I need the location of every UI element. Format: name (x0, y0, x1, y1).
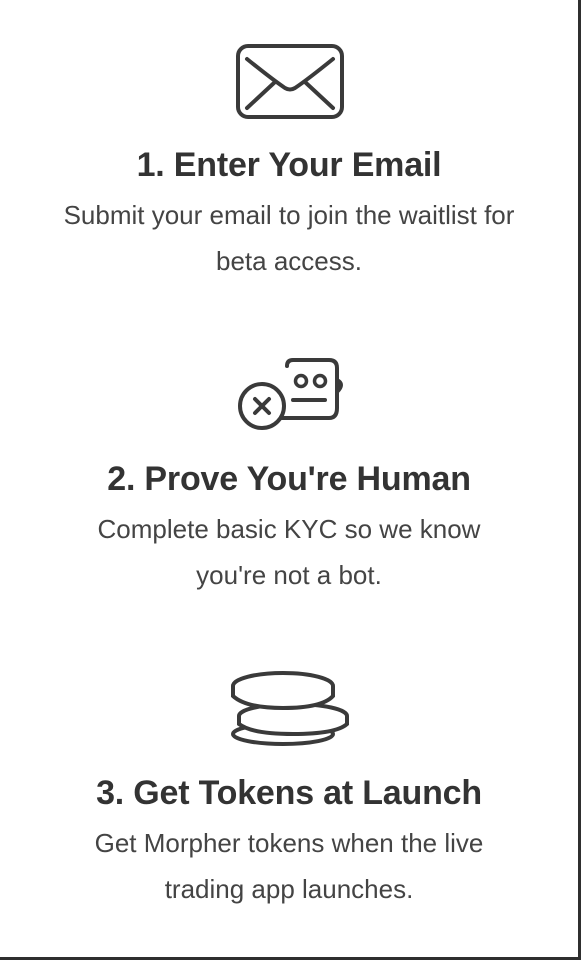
step-3-title: 3. Get Tokens at Launch (96, 774, 482, 812)
page-frame: 1. Enter Your Email Submit your email to… (0, 0, 581, 960)
robot-cross-icon (0, 356, 578, 441)
step-2-title: 2. Prove You're Human (107, 460, 471, 498)
step-3-description: Get Morpher tokens when the live trading… (94, 828, 484, 904)
coins-stack-icon (0, 668, 578, 755)
envelope-icon (0, 42, 578, 127)
step-1-description: Submit your email to join the waitlist f… (63, 200, 515, 276)
step-1-title: 1. Enter Your Email (136, 146, 442, 184)
step-2-description: Complete basic KYC so we know you're not… (97, 514, 481, 590)
